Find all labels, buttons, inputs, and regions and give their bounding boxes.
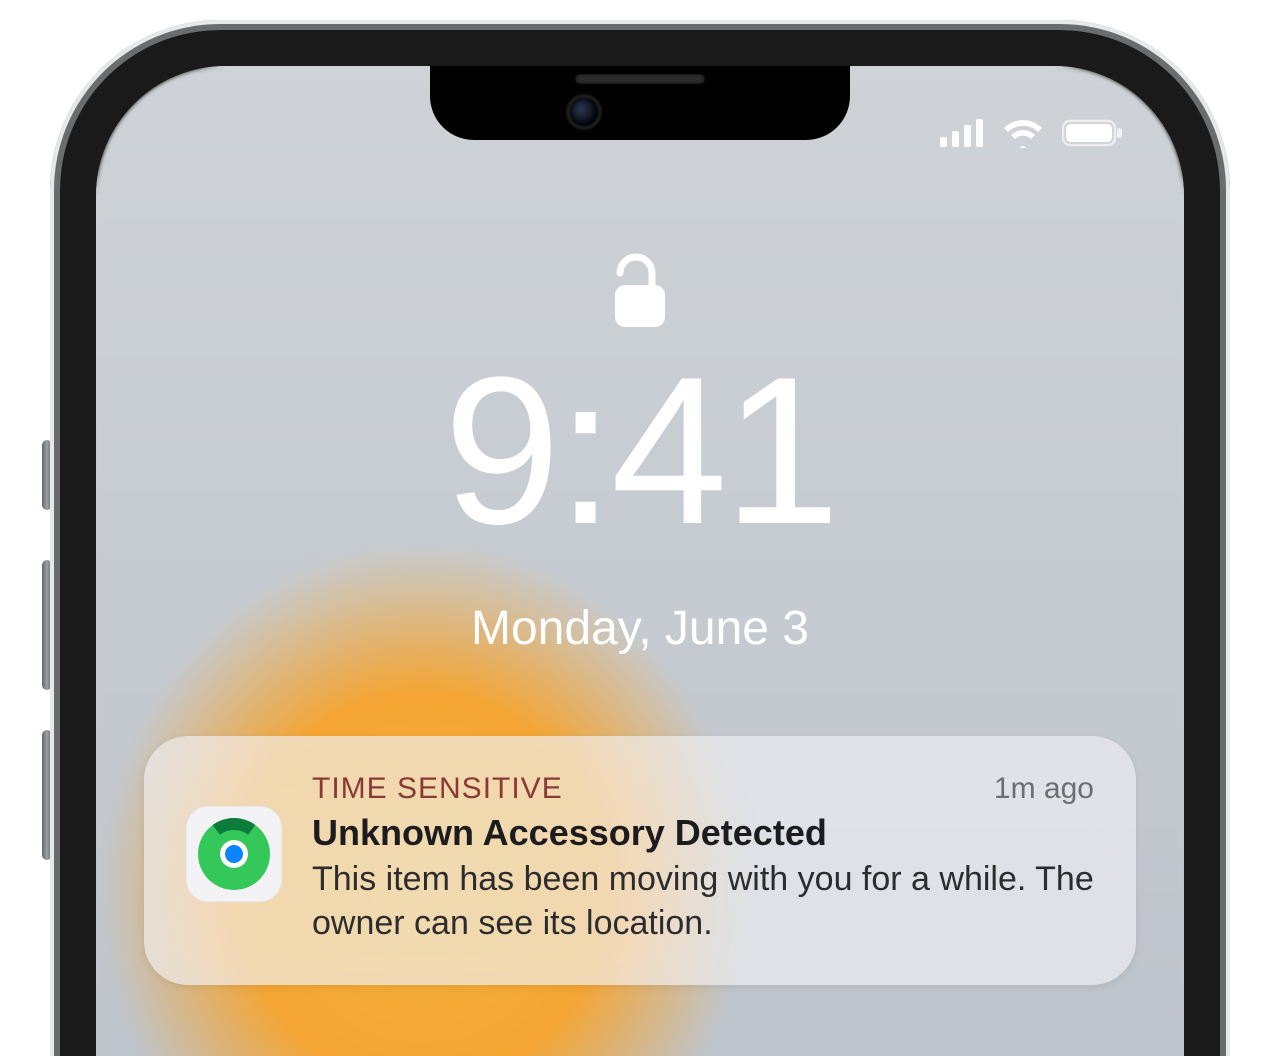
lockscreen-date: Monday, June 3	[96, 601, 1184, 656]
lockscreen-time: 9:41	[96, 346, 1184, 556]
wifi-icon	[1002, 118, 1044, 148]
iphone-lockscreen-mockup: 9:41 Monday, June 3	[0, 0, 1280, 1056]
notification-tag: TIME SENSITIVE	[312, 772, 563, 806]
battery-icon	[1062, 119, 1124, 147]
find-my-icon	[186, 806, 282, 902]
status-bar	[940, 118, 1124, 148]
front-camera	[570, 98, 598, 126]
phone-frame: 9:41 Monday, June 3	[50, 20, 1230, 1056]
notification-message: This item has been moving with you for a…	[312, 858, 1094, 945]
lock-screen[interactable]: 9:41 Monday, June 3	[96, 66, 1184, 1056]
notch	[430, 66, 850, 140]
notification-timestamp: 1m ago	[994, 772, 1094, 806]
notification-title: Unknown Accessory Detected	[312, 812, 1094, 854]
notification-card[interactable]: TIME SENSITIVE 1m ago Unknown Accessory …	[144, 736, 1136, 985]
cellular-signal-icon	[940, 119, 984, 147]
unlock-icon	[609, 251, 671, 331]
earpiece-speaker	[575, 74, 705, 84]
